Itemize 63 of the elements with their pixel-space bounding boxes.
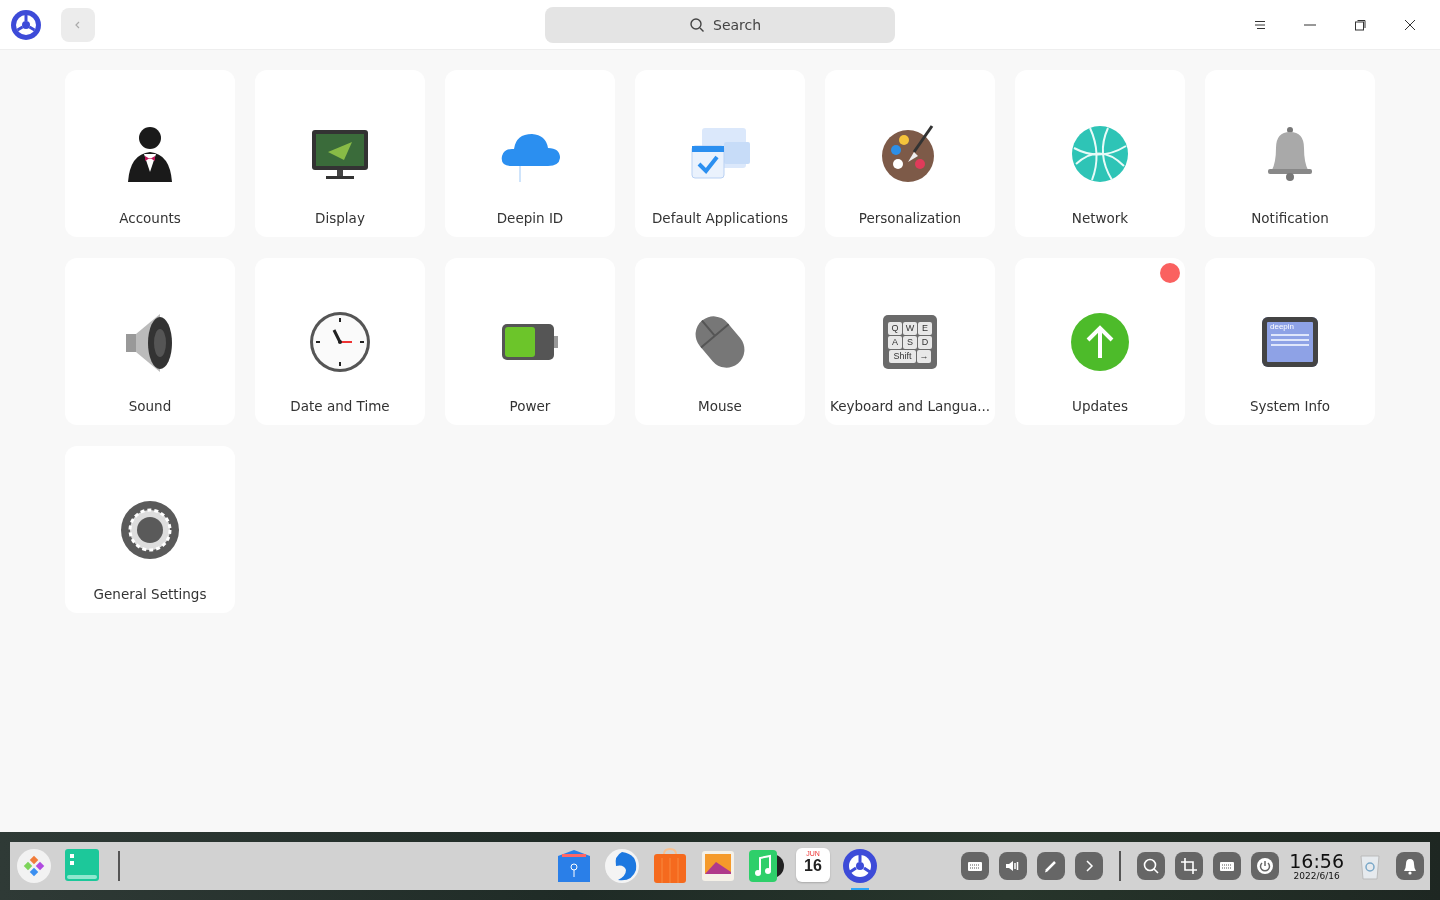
settings-module-card[interactable]: Power bbox=[445, 258, 615, 425]
settings-module-card[interactable]: Deepin ID bbox=[445, 70, 615, 237]
notification-button[interactable] bbox=[1396, 852, 1424, 880]
settings-module-card[interactable]: Display bbox=[255, 70, 425, 237]
settings-module-card[interactable]: Q W E A S D Shift → Keyboard and Langua... bbox=[825, 258, 995, 425]
settings-module-card[interactable]: Notification bbox=[1205, 70, 1375, 237]
module-label: Power bbox=[509, 398, 551, 414]
gear-icon bbox=[118, 498, 182, 562]
shopping-bag-icon[interactable] bbox=[652, 848, 688, 884]
settings-module-card[interactable]: Updates bbox=[1015, 258, 1185, 425]
settings-module-card[interactable]: Sound bbox=[65, 258, 235, 425]
settings-module-card[interactable]: Default Applications bbox=[635, 70, 805, 237]
terminal-icon[interactable] bbox=[64, 848, 100, 884]
clock-icon bbox=[308, 310, 372, 374]
chevron-button[interactable] bbox=[1075, 852, 1104, 880]
module-label: General Settings bbox=[93, 586, 207, 602]
module-label: Default Applications bbox=[651, 210, 789, 226]
module-label: Personalization bbox=[858, 210, 962, 226]
module-label: Mouse bbox=[698, 398, 742, 414]
close-icon bbox=[1404, 18, 1416, 31]
search-button[interactable] bbox=[1137, 852, 1166, 880]
module-label: Updates bbox=[1072, 398, 1128, 414]
onscreen-keyboard-button[interactable] bbox=[1213, 852, 1242, 880]
keyboard-icon: Q W E A S D Shift → bbox=[883, 315, 937, 369]
screenshot-button[interactable] bbox=[1175, 852, 1204, 880]
pen-button[interactable] bbox=[1037, 852, 1066, 880]
search-icon bbox=[689, 17, 705, 33]
settings-module-card[interactable]: Personalization bbox=[825, 70, 995, 237]
module-label: Keyboard and Langua... bbox=[829, 398, 991, 414]
music-note-icon[interactable] bbox=[748, 848, 784, 884]
module-label: Deepin ID bbox=[496, 210, 564, 226]
settings-module-card[interactable]: Network bbox=[1015, 70, 1185, 237]
settings-module-card[interactable]: Accounts bbox=[65, 70, 235, 237]
settings-module-card[interactable]: Mouse bbox=[635, 258, 805, 425]
browser-icon[interactable] bbox=[604, 848, 640, 884]
crop-icon bbox=[1179, 856, 1200, 876]
settings-module-card[interactable]: General Settings bbox=[65, 446, 235, 613]
module-label: Date and Time bbox=[290, 398, 390, 414]
module-label: Accounts bbox=[119, 210, 181, 226]
search-field[interactable]: Search bbox=[545, 7, 895, 43]
folder-icon[interactable] bbox=[556, 848, 592, 884]
active-indicator bbox=[851, 888, 869, 890]
clock[interactable]: 16:56 2022/6/16 bbox=[1289, 851, 1344, 881]
restore-icon bbox=[1354, 18, 1366, 31]
computer-info-icon: deepin bbox=[1262, 317, 1318, 367]
gear-icon[interactable] bbox=[842, 848, 878, 884]
photo-icon[interactable] bbox=[700, 848, 736, 884]
launcher-icon[interactable] bbox=[16, 848, 52, 884]
clock-time: 16:56 bbox=[1289, 851, 1344, 871]
settings-module-card[interactable]: Date and Time bbox=[255, 258, 425, 425]
module-label: Network bbox=[1071, 210, 1129, 226]
module-label: System Info bbox=[1249, 398, 1331, 414]
clock-date: 2022/6/16 bbox=[1293, 871, 1340, 881]
keyboard-button[interactable] bbox=[961, 852, 990, 880]
power-icon bbox=[1255, 856, 1276, 876]
module-label: Display bbox=[315, 210, 365, 226]
menu-icon bbox=[1254, 18, 1266, 31]
gear-icon bbox=[10, 8, 42, 41]
module-label: Notification bbox=[1251, 210, 1329, 226]
power-button[interactable] bbox=[1251, 852, 1280, 880]
module-label: Sound bbox=[128, 398, 172, 414]
settings-module-card[interactable]: deepin System Info bbox=[1205, 258, 1375, 425]
volume-button[interactable] bbox=[999, 852, 1028, 880]
